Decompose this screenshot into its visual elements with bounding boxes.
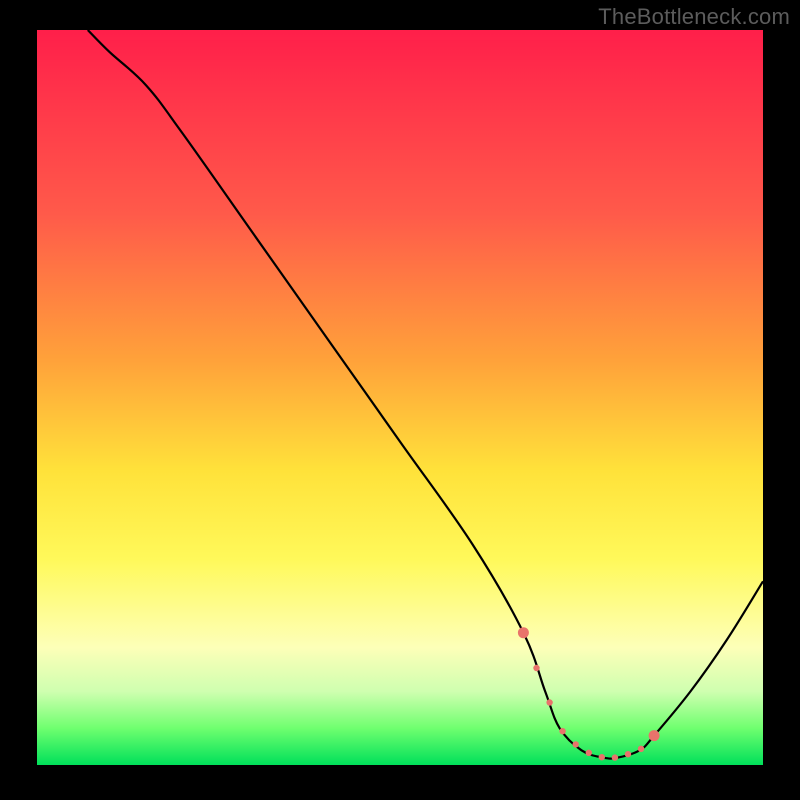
marker-dot <box>638 746 644 752</box>
marker-dot <box>559 728 565 734</box>
marker-dot <box>625 751 631 757</box>
chart-frame: TheBottleneck.com <box>0 0 800 800</box>
marker-dot <box>586 750 592 756</box>
marker-dot <box>573 741 579 747</box>
marker-dot <box>546 699 552 705</box>
marker-dot <box>533 665 539 671</box>
plot-area <box>37 30 763 765</box>
marker-dot <box>612 754 618 760</box>
marker-dot <box>649 730 660 741</box>
watermark-text: TheBottleneck.com <box>598 4 790 30</box>
bottleneck-curve <box>88 30 763 759</box>
marker-dot <box>518 627 529 638</box>
curve-layer <box>37 30 763 765</box>
marker-dots <box>518 627 660 761</box>
marker-dot <box>599 754 605 760</box>
